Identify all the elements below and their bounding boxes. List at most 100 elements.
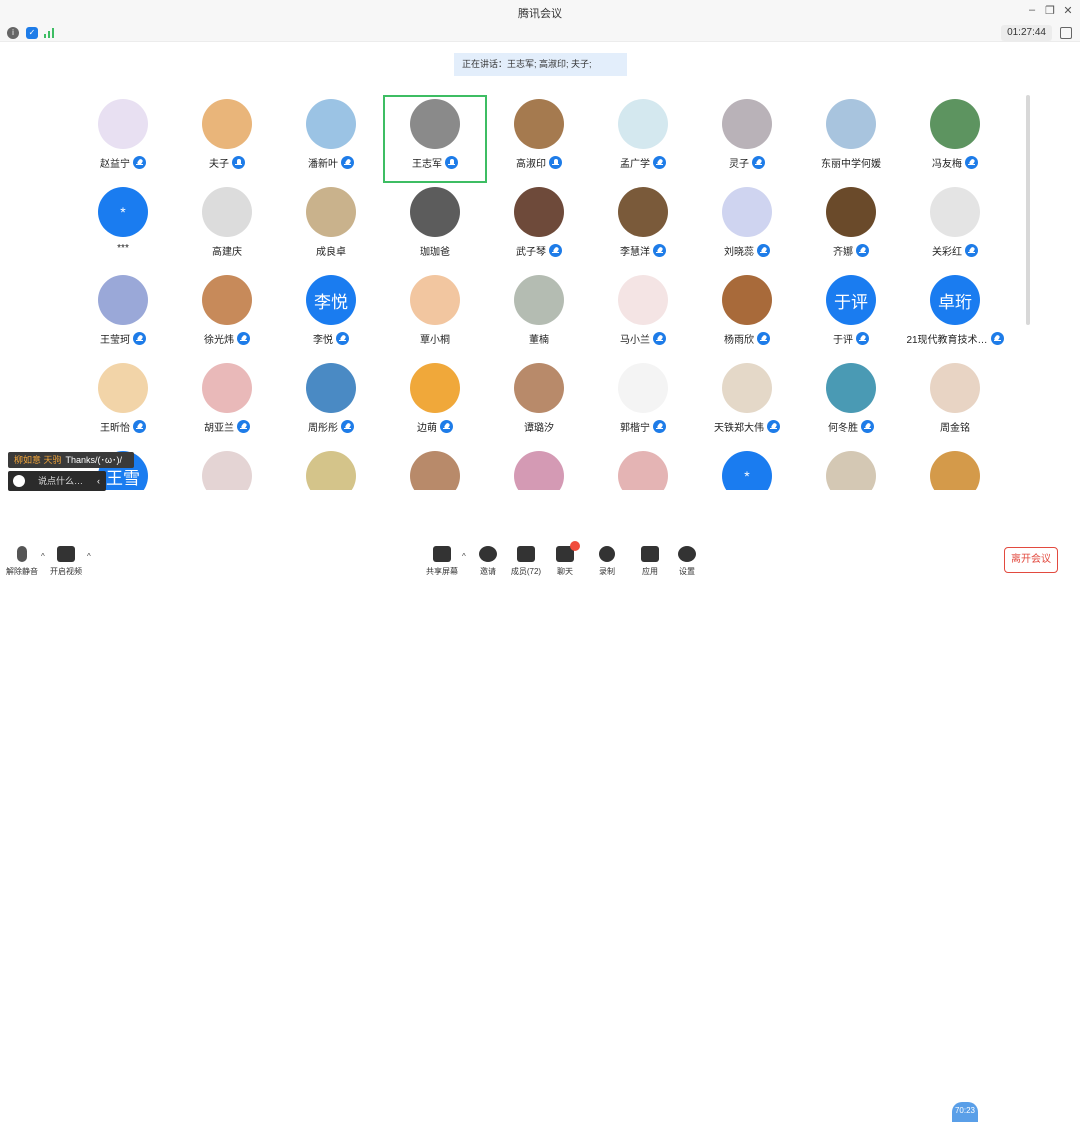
participant-tile[interactable]: 关彩红 xyxy=(903,183,1007,271)
participant-grid: 赵益宁 夫子 潘新叶 王志军 高淑印孟广学 灵子东丽中学何媛 冯友梅 * *** 高建庆 成良卓 珈珈… xyxy=(70,95,1020,490)
avatar xyxy=(722,363,772,413)
mic-muted-icon xyxy=(757,332,770,345)
participant-tile[interactable]: 覃小桐 xyxy=(383,271,487,359)
participant-name: 关彩红 xyxy=(932,247,962,258)
audio-options-caret-icon[interactable]: ^ xyxy=(41,552,45,561)
participant-tile[interactable] xyxy=(591,447,695,490)
participant-tile[interactable]: 武子琴 xyxy=(487,183,591,271)
start-video-button[interactable]: 开启视频 xyxy=(46,546,86,577)
minimize-icon[interactable]: – xyxy=(1024,4,1040,16)
leave-meeting-button[interactable]: 离开会议 xyxy=(1004,547,1058,573)
participant-name-row: 谭璐汐 xyxy=(487,419,591,434)
participant-name: 东丽中学何媛 xyxy=(821,159,881,170)
participant-tile[interactable]: 天铁郑大伟 xyxy=(695,359,799,447)
fullscreen-icon[interactable] xyxy=(1060,27,1072,39)
participant-tile[interactable]: 马小兰 xyxy=(591,271,695,359)
grid-scrollbar[interactable] xyxy=(1026,95,1030,325)
collapse-chevron-icon[interactable]: ‹ xyxy=(97,471,100,491)
participant-tile[interactable]: 王志军 xyxy=(383,95,487,183)
participant-tile[interactable]: 刘晓蕊 xyxy=(695,183,799,271)
avatar xyxy=(410,99,460,149)
avatar xyxy=(98,363,148,413)
participant-name: 武子琴 xyxy=(516,247,546,258)
participant-tile[interactable]: 灵子 xyxy=(695,95,799,183)
participant-tile[interactable]: 夫子 xyxy=(175,95,279,183)
participant-name: 冯友梅 xyxy=(932,159,962,170)
participant-tile[interactable]: 周彤彤 xyxy=(279,359,383,447)
participant-tile[interactable]: 徐光炜 xyxy=(175,271,279,359)
participant-tile[interactable]: 李悦 李悦 xyxy=(279,271,383,359)
participant-tile[interactable] xyxy=(383,447,487,490)
participant-tile[interactable]: 东丽中学何媛 xyxy=(799,95,903,183)
participant-tile[interactable]: 冯友梅 xyxy=(903,95,1007,183)
participant-tile[interactable]: 高淑印 xyxy=(487,95,591,183)
participant-tile[interactable] xyxy=(279,447,383,490)
floating-clock[interactable]: 70:23 xyxy=(952,1102,978,1122)
mic-muted-icon xyxy=(861,420,874,433)
participant-tile[interactable]: * *** xyxy=(71,183,175,271)
share-options-caret-icon[interactable]: ^ xyxy=(462,552,466,561)
restore-icon[interactable]: ❐ xyxy=(1042,4,1058,17)
avatar xyxy=(826,363,876,413)
participant-name-row: 武子琴 xyxy=(487,243,591,258)
video-options-caret-icon[interactable]: ^ xyxy=(87,552,91,561)
meeting-timer: 01:27:44 xyxy=(1001,25,1052,41)
share-screen-button[interactable]: 共享屏幕 xyxy=(422,546,462,577)
participant-tile[interactable]: 边萌 xyxy=(383,359,487,447)
chat-button[interactable]: 聊天 xyxy=(545,541,585,577)
participant-name-row: 齐娜 xyxy=(799,243,903,258)
signal-icon[interactable] xyxy=(44,28,56,38)
participant-tile[interactable]: 谭璐汐 xyxy=(487,359,591,447)
participant-name-row: 关彩红 xyxy=(903,243,1007,258)
close-icon[interactable]: ✕ xyxy=(1060,4,1076,17)
participant-name: 天铁郑大伟 xyxy=(714,423,764,434)
participant-tile[interactable] xyxy=(903,447,1007,490)
participant-tile[interactable]: 齐娜 xyxy=(799,183,903,271)
mic-muted-icon xyxy=(653,156,666,169)
avatar xyxy=(410,451,460,490)
participant-tile[interactable]: 董楠 xyxy=(487,271,591,359)
invite-button[interactable]: 邀请 xyxy=(468,546,508,577)
apps-grid-icon xyxy=(641,546,659,562)
mic-muted-icon xyxy=(237,420,250,433)
participant-name-row: 孟广学 xyxy=(591,155,695,170)
participant-name-row: 周金铭 xyxy=(903,419,1007,434)
participant-tile[interactable]: 卓珩 21现代教育技术… xyxy=(903,271,1007,359)
participant-tile[interactable]: * xyxy=(695,447,799,490)
participant-tile[interactable] xyxy=(487,447,591,490)
mic-muted-icon xyxy=(133,156,146,169)
participant-tile[interactable]: 成良卓 xyxy=(279,183,383,271)
participant-name: 孟广学 xyxy=(620,159,650,170)
members-button[interactable]: 成员(72) xyxy=(506,546,546,577)
participant-tile[interactable]: 于评 于评 xyxy=(799,271,903,359)
avatar xyxy=(98,99,148,149)
participant-tile[interactable]: 王昕怡 xyxy=(71,359,175,447)
participant-name: 王昕怡 xyxy=(100,423,130,434)
participant-tile[interactable]: 李慧洋 xyxy=(591,183,695,271)
emoji-icon[interactable] xyxy=(13,475,25,487)
participant-tile[interactable]: 胡亚兰 xyxy=(175,359,279,447)
info-icon[interactable]: i xyxy=(7,27,19,39)
participant-tile[interactable]: 郭楷宁 xyxy=(591,359,695,447)
participant-tile[interactable]: 潘新叶 xyxy=(279,95,383,183)
participant-tile[interactable] xyxy=(799,447,903,490)
avatar xyxy=(930,99,980,149)
participant-tile[interactable]: 周金铭 xyxy=(903,359,1007,447)
participant-name-row: 王莹珂 xyxy=(71,331,175,346)
participant-tile[interactable]: 珈珈爸 xyxy=(383,183,487,271)
avatar: 于评 xyxy=(826,275,876,325)
settings-button[interactable]: 设置 xyxy=(667,546,707,577)
apps-button[interactable]: 应用 xyxy=(630,546,670,577)
participant-tile[interactable]: 赵益宁 xyxy=(71,95,175,183)
participant-tile[interactable]: 孟广学 xyxy=(591,95,695,183)
unmute-button[interactable]: 解除静音 xyxy=(2,546,42,577)
participant-tile[interactable]: 王莹珂 xyxy=(71,271,175,359)
chat-input[interactable]: 说点什么… ‹ xyxy=(8,471,106,491)
record-button[interactable]: 录制 xyxy=(587,546,627,577)
participant-tile[interactable] xyxy=(175,447,279,490)
participant-tile[interactable]: 何冬胜 xyxy=(799,359,903,447)
participant-tile[interactable]: 杨雨欣 xyxy=(695,271,799,359)
participant-tile[interactable]: 高建庆 xyxy=(175,183,279,271)
bottom-toolbar: 解除静音 ^ 开启视频 ^ 共享屏幕 ^ 邀请 成员(72) 聊天 录制 应用 … xyxy=(0,540,1080,1122)
shield-icon[interactable]: ✓ xyxy=(26,27,38,39)
